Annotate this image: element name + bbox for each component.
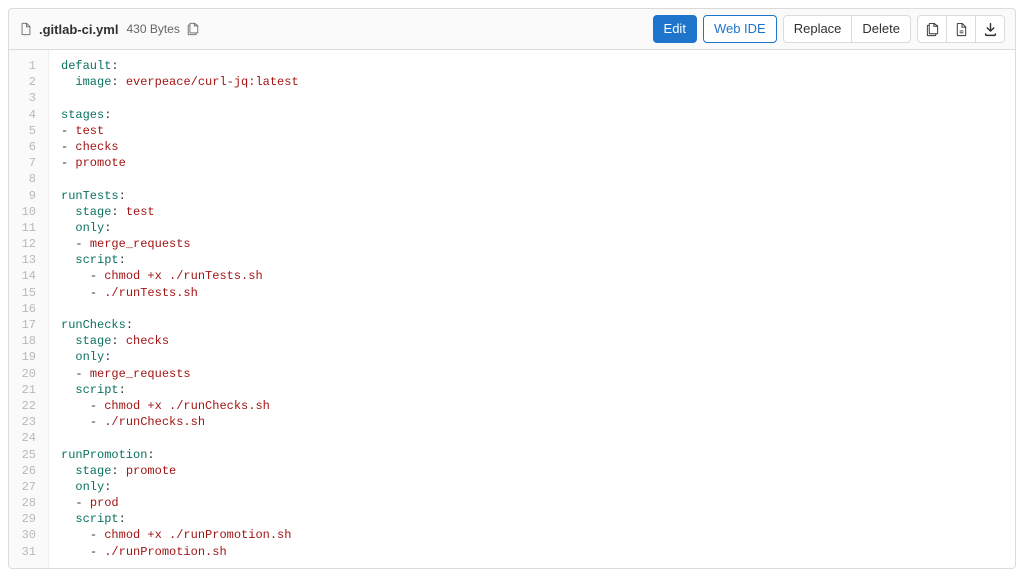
file-header: .gitlab-ci.yml 430 Bytes Edit Web IDE Re… [9, 9, 1015, 50]
line-number[interactable]: 7 [9, 155, 40, 171]
code-line [61, 90, 1015, 106]
code-line: - ./runTests.sh [61, 285, 1015, 301]
line-number[interactable]: 22 [9, 398, 40, 414]
code-line: default: [61, 58, 1015, 74]
code-line: - merge_requests [61, 366, 1015, 382]
line-number[interactable]: 13 [9, 252, 40, 268]
line-number[interactable]: 27 [9, 479, 40, 495]
edit-button[interactable]: Edit [653, 15, 697, 43]
line-number[interactable]: 9 [9, 188, 40, 204]
code-line: script: [61, 382, 1015, 398]
code-line: - promote [61, 155, 1015, 171]
line-number[interactable]: 1 [9, 58, 40, 74]
line-number[interactable]: 14 [9, 268, 40, 284]
copy-path-icon[interactable] [186, 22, 200, 36]
code-line: runChecks: [61, 317, 1015, 333]
code-line: only: [61, 349, 1015, 365]
line-number[interactable]: 24 [9, 430, 40, 446]
line-number[interactable]: 15 [9, 285, 40, 301]
file-viewer: .gitlab-ci.yml 430 Bytes Edit Web IDE Re… [8, 8, 1016, 569]
file-name: .gitlab-ci.yml [39, 22, 118, 37]
code-line: runTests: [61, 188, 1015, 204]
code-line: script: [61, 252, 1015, 268]
code-line: runPromotion: [61, 447, 1015, 463]
raw-button[interactable] [946, 15, 976, 43]
line-number[interactable]: 21 [9, 382, 40, 398]
code-line: stage: checks [61, 333, 1015, 349]
line-number[interactable]: 19 [9, 349, 40, 365]
code-line: image: everpeace/curl-jq:latest [61, 74, 1015, 90]
line-number[interactable]: 2 [9, 74, 40, 90]
line-number[interactable]: 25 [9, 447, 40, 463]
code-line: - ./runChecks.sh [61, 414, 1015, 430]
line-number[interactable]: 18 [9, 333, 40, 349]
replace-button[interactable]: Replace [783, 15, 853, 43]
file-actions: Edit Web IDE Replace Delete [653, 15, 1005, 43]
code-line: - ./runPromotion.sh [61, 544, 1015, 560]
code-area: 1234567891011121314151617181920212223242… [9, 50, 1015, 568]
code-line: - chmod +x ./runChecks.sh [61, 398, 1015, 414]
code-line: stage: test [61, 204, 1015, 220]
code-line: only: [61, 220, 1015, 236]
line-number[interactable]: 29 [9, 511, 40, 527]
file-title-area: .gitlab-ci.yml 430 Bytes [19, 22, 200, 37]
code-line: - checks [61, 139, 1015, 155]
code-line: only: [61, 479, 1015, 495]
code-line [61, 171, 1015, 187]
code-line: stage: promote [61, 463, 1015, 479]
line-number[interactable]: 5 [9, 123, 40, 139]
replace-delete-group: Replace Delete [783, 15, 911, 43]
copy-contents-button[interactable] [917, 15, 947, 43]
line-number[interactable]: 23 [9, 414, 40, 430]
line-number[interactable]: 26 [9, 463, 40, 479]
line-number[interactable]: 16 [9, 301, 40, 317]
code-line: stages: [61, 107, 1015, 123]
line-number[interactable]: 10 [9, 204, 40, 220]
code-line [61, 430, 1015, 446]
code-content[interactable]: default: image: everpeace/curl-jq:latest… [49, 50, 1015, 568]
download-button[interactable] [975, 15, 1005, 43]
line-number[interactable]: 20 [9, 366, 40, 382]
line-number[interactable]: 6 [9, 139, 40, 155]
line-number[interactable]: 11 [9, 220, 40, 236]
line-number[interactable]: 4 [9, 107, 40, 123]
file-icon [19, 22, 33, 36]
file-size: 430 Bytes [126, 22, 179, 36]
delete-button[interactable]: Delete [851, 15, 911, 43]
code-line: - chmod +x ./runTests.sh [61, 268, 1015, 284]
line-number[interactable]: 17 [9, 317, 40, 333]
line-number[interactable]: 30 [9, 527, 40, 543]
utility-buttons-group [917, 15, 1005, 43]
code-line [61, 301, 1015, 317]
line-number[interactable]: 8 [9, 171, 40, 187]
line-number-gutter: 1234567891011121314151617181920212223242… [9, 50, 49, 568]
line-number[interactable]: 12 [9, 236, 40, 252]
code-line: script: [61, 511, 1015, 527]
code-line: - prod [61, 495, 1015, 511]
web-ide-button[interactable]: Web IDE [703, 15, 777, 43]
line-number[interactable]: 3 [9, 90, 40, 106]
line-number[interactable]: 31 [9, 544, 40, 560]
line-number[interactable]: 28 [9, 495, 40, 511]
code-line: - test [61, 123, 1015, 139]
code-line: - merge_requests [61, 236, 1015, 252]
code-line: - chmod +x ./runPromotion.sh [61, 527, 1015, 543]
